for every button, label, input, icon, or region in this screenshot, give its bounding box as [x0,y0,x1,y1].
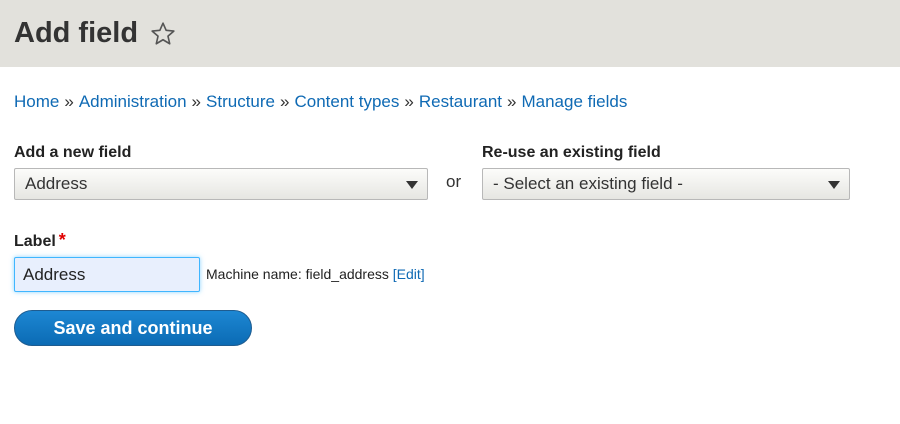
add-new-field-group: Add a new field Address [14,144,428,200]
page-header: Add field [0,0,900,67]
reuse-field-select[interactable]: - Select an existing field - [482,168,850,200]
breadcrumb-manage-fields[interactable]: Manage fields [521,92,627,111]
add-new-field-select[interactable]: Address [14,168,428,200]
machine-name-text: Machine name: field_address [Edit] [206,266,425,282]
add-new-field-selected: Address [25,174,88,193]
reuse-field-label: Re-use an existing field [482,144,661,161]
dropdown-arrow-icon [406,181,418,189]
breadcrumb-separator: » [404,92,414,111]
breadcrumb-home[interactable]: Home [14,92,59,111]
page-title: Add field [14,17,139,49]
breadcrumb-separator: » [507,92,517,111]
label-input[interactable] [14,257,200,292]
star-icon[interactable] [150,21,176,47]
reuse-field-group: Re-use an existing field - Select an exi… [482,144,850,200]
machine-name-value: Machine name: field_address [206,266,389,282]
breadcrumb-separator: » [280,92,290,111]
breadcrumb-structure[interactable]: Structure [206,92,275,111]
breadcrumb-content-types[interactable]: Content types [294,92,399,111]
machine-name-edit-link[interactable]: [Edit] [393,266,425,282]
add-new-field-label: Add a new field [14,144,132,161]
breadcrumb-separator: » [64,92,74,111]
breadcrumb-administration[interactable]: Administration [79,92,187,111]
breadcrumb-restaurant[interactable]: Restaurant [419,92,502,111]
dropdown-arrow-icon [828,181,840,189]
save-and-continue-button[interactable]: Save and continue [14,310,252,346]
label-field-label: Label [14,233,56,250]
or-separator-text: or [446,172,462,191]
reuse-field-selected: - Select an existing field - [493,174,683,193]
breadcrumb-separator: » [191,92,202,111]
breadcrumb: Home» Administration» Structure» Content ty… [14,92,627,112]
required-marker: * [58,230,66,250]
label-field-label-row: Label * [14,230,66,251]
